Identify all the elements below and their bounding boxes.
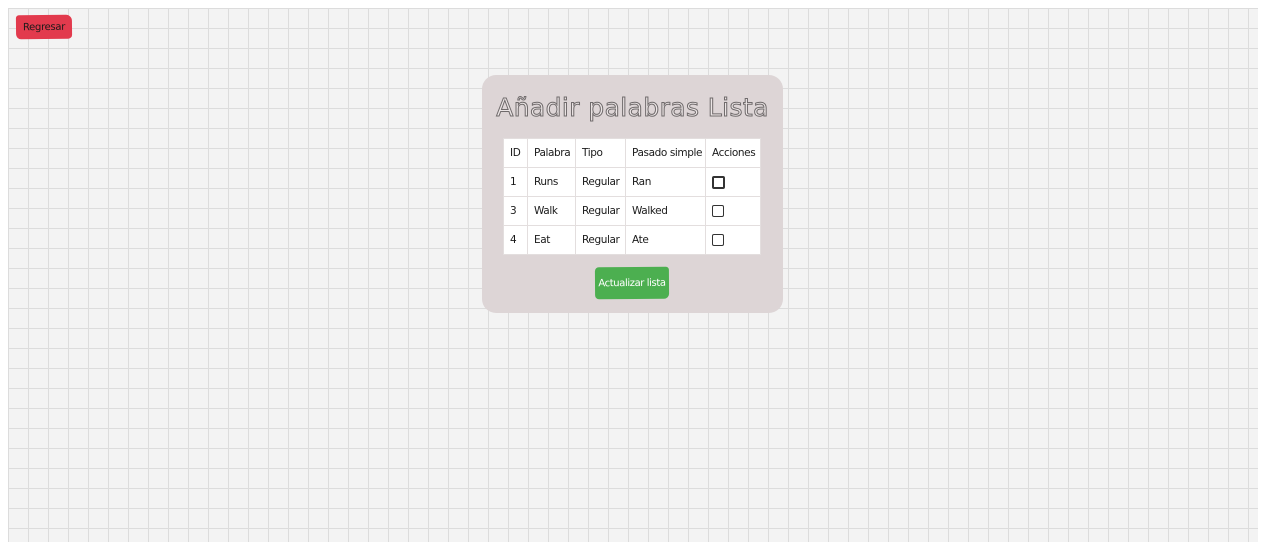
header-actions: Acciones bbox=[705, 138, 761, 168]
table-row: 3 Walk Regular Walked bbox=[503, 196, 761, 226]
cell-actions bbox=[705, 225, 761, 255]
cell-past: Walked bbox=[625, 196, 706, 226]
header-type: Tipo bbox=[575, 138, 626, 168]
cell-word: Eat bbox=[527, 225, 576, 255]
cell-type: Regular bbox=[575, 167, 626, 197]
cell-word: Walk bbox=[527, 196, 576, 226]
cell-past: Ate bbox=[625, 225, 706, 255]
table-row: 4 Eat Regular Ate bbox=[503, 225, 761, 255]
row-checkbox[interactable] bbox=[712, 205, 724, 217]
card-title: Añadir palabras Lista bbox=[496, 93, 769, 123]
cell-id: 4 bbox=[503, 225, 528, 255]
header-id: ID bbox=[503, 138, 528, 168]
row-checkbox[interactable] bbox=[712, 234, 724, 246]
cell-word: Runs bbox=[527, 167, 576, 197]
cell-past: Ran bbox=[625, 167, 706, 197]
words-table: ID Palabra Tipo Pasado simple Acciones 1… bbox=[503, 138, 761, 255]
header-past: Pasado simple bbox=[625, 138, 706, 168]
cell-id: 1 bbox=[503, 167, 528, 197]
word-list-card: Añadir palabras Lista ID Palabra Tipo Pa… bbox=[482, 75, 783, 313]
cell-actions bbox=[705, 167, 761, 197]
cell-type: Regular bbox=[575, 225, 626, 255]
table-header-row: ID Palabra Tipo Pasado simple Acciones bbox=[503, 138, 761, 168]
row-checkbox[interactable] bbox=[712, 175, 725, 189]
table-row: 1 Runs Regular Ran bbox=[503, 167, 761, 197]
grid-background: Regresar Añadir palabras Lista ID Palabr… bbox=[8, 8, 1258, 542]
update-list-button[interactable]: Actualizar lista bbox=[594, 266, 670, 300]
back-button[interactable]: Regresar bbox=[15, 14, 73, 40]
cell-actions bbox=[705, 196, 761, 226]
cell-type: Regular bbox=[575, 196, 626, 226]
header-word: Palabra bbox=[527, 138, 576, 168]
cell-id: 3 bbox=[503, 196, 528, 226]
